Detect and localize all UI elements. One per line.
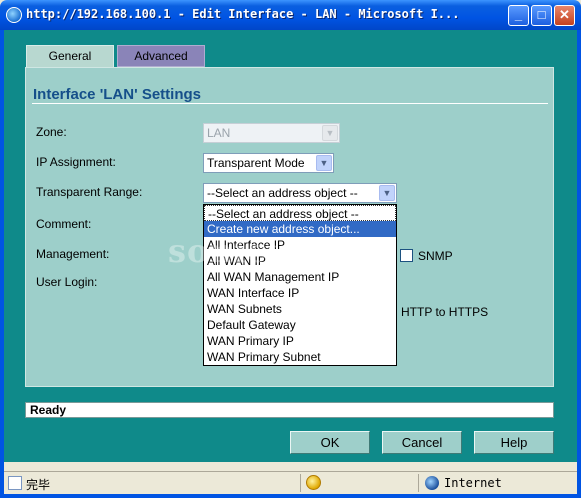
dropdown-option[interactable]: All WAN Management IP <box>204 269 396 285</box>
chevron-down-icon[interactable]: ▼ <box>379 185 395 201</box>
tab-general[interactable]: General <box>26 45 114 67</box>
status-field: Ready <box>25 402 554 418</box>
maximize-button[interactable]: □ <box>531 5 552 26</box>
panel-title: Interface 'LAN' Settings <box>33 86 201 103</box>
transparent-range-dropdown[interactable]: --Select an address object -- Create new… <box>203 204 397 366</box>
dropdown-option[interactable]: WAN Primary IP <box>204 333 396 349</box>
dropdown-option[interactable]: --Select an address object -- <box>204 205 396 221</box>
transparent-range-value: --Select an address object -- <box>207 186 358 200</box>
browser-status-bar: 完毕 Internet <box>4 471 577 494</box>
ip-assignment-label: IP Assignment: <box>36 155 116 169</box>
transparent-range-select[interactable]: --Select an address object -- ▼ <box>203 183 397 203</box>
close-button[interactable]: ✕ <box>554 5 575 26</box>
minimize-button[interactable]: _ <box>508 5 529 26</box>
title-bar[interactable]: http://192.168.100.1 - Edit Interface - … <box>0 0 581 30</box>
chevron-down-icon[interactable]: ▼ <box>316 155 332 171</box>
globe-icon <box>425 476 439 490</box>
cancel-button[interactable]: Cancel <box>382 431 462 454</box>
ok-button[interactable]: OK <box>290 431 370 454</box>
zone-select: LAN ▼ <box>203 123 340 143</box>
watermark: sonicwall.hi <box>168 232 394 270</box>
transparent-range-label: Transparent Range: <box>36 185 143 199</box>
security-zone-label: Internet <box>444 476 502 490</box>
dropdown-option[interactable]: WAN Subnets <box>204 301 396 317</box>
management-label: Management: <box>36 247 110 261</box>
dropdown-option[interactable]: WAN Primary Subnet <box>204 349 396 365</box>
chevron-down-icon: ▼ <box>322 125 338 141</box>
comment-label: Comment: <box>36 217 92 231</box>
user-login-label: User Login: <box>36 275 98 289</box>
zone-value: LAN <box>207 126 231 140</box>
title-divider <box>32 103 548 104</box>
dropdown-option[interactable]: WAN Interface IP <box>204 285 396 301</box>
status-done-text: 完毕 <box>26 478 51 492</box>
http-redirect-label: HTTP to HTTPS <box>401 305 489 319</box>
status-divider <box>418 474 419 492</box>
dropdown-option[interactable]: Default Gateway <box>204 317 396 333</box>
status-divider <box>300 474 301 492</box>
window-title: http://192.168.100.1 - Edit Interface - … <box>26 7 460 21</box>
snmp-checkbox[interactable] <box>400 249 413 262</box>
tab-advanced[interactable]: Advanced <box>117 45 205 67</box>
snmp-label: SNMP <box>418 249 453 263</box>
zone-label: Zone: <box>36 125 67 139</box>
ie-icon <box>6 7 22 23</box>
ip-assignment-select[interactable]: Transparent Mode ▼ <box>203 153 334 173</box>
page-icon <box>8 476 22 490</box>
help-button[interactable]: Help <box>474 431 554 454</box>
lock-icon <box>306 475 321 490</box>
ip-assignment-value: Transparent Mode <box>207 156 305 170</box>
